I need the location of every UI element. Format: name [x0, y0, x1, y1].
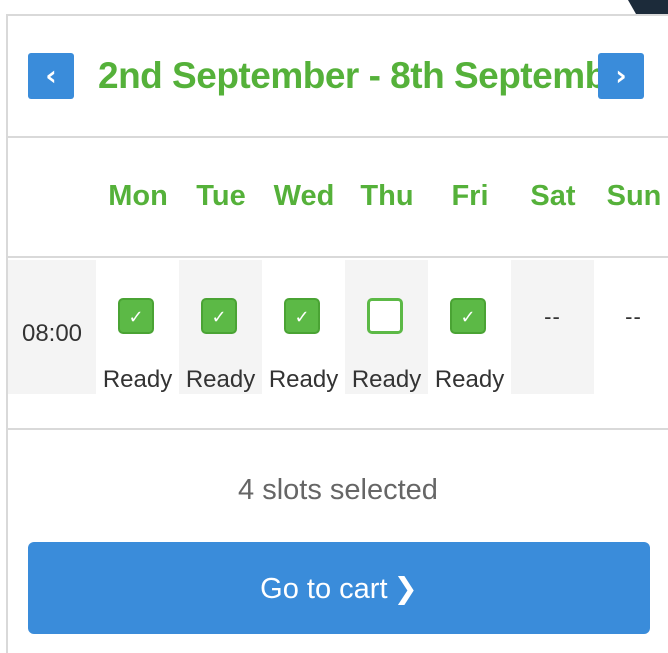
chevron-right-icon: › — [615, 59, 627, 92]
slot-checkbox-thu[interactable] — [367, 298, 403, 334]
slot-cell-sat: -- — [511, 260, 594, 394]
check-icon: ✓ — [211, 307, 227, 327]
slot-unavailable-sun: -- — [625, 304, 642, 329]
check-icon: ✓ — [294, 307, 310, 327]
go-to-cart-button[interactable]: Go to cart ❯ — [28, 542, 650, 634]
time-slot-row: 08:00 ✓ Ready ✓ Ready ✓ Ready Ready ✓ Re… — [8, 258, 668, 430]
day-header-tue: Tue — [196, 180, 246, 212]
slot-status-wed: Ready — [268, 366, 339, 393]
slot-checkbox-tue[interactable]: ✓ — [201, 298, 237, 334]
day-header-mon: Mon — [108, 180, 168, 212]
booking-widget: ‹ 2nd September - 8th September › Mon Tu… — [6, 14, 668, 653]
slot-unavailable-sat: -- — [544, 304, 561, 329]
slot-checkbox-mon[interactable]: ✓ — [118, 298, 154, 334]
day-headers-row: Mon Tue Wed Thu Fri Sat Sun — [8, 138, 668, 258]
day-header-sun: Sun — [606, 180, 662, 212]
time-label: 08:00 — [8, 260, 96, 394]
day-header-thu: Thu — [360, 180, 414, 212]
slot-checkbox-wed[interactable]: ✓ — [284, 298, 320, 334]
week-title: 2nd September - 8th September — [98, 55, 641, 96]
check-icon: ✓ — [460, 307, 476, 327]
chevron-left-icon: ‹ — [45, 59, 57, 92]
slot-cell-tue[interactable]: ✓ Ready — [179, 260, 262, 394]
day-header-fri: Fri — [451, 180, 489, 212]
slot-status-fri: Ready — [434, 366, 505, 393]
previous-week-button[interactable]: ‹ — [28, 53, 74, 99]
slot-status-tue: Ready — [185, 366, 256, 393]
check-icon: ✓ — [128, 307, 144, 327]
slot-cell-fri[interactable]: ✓ Ready — [428, 260, 511, 394]
slot-cell-wed[interactable]: ✓ Ready — [262, 260, 345, 394]
cart-button-label: Go to cart — [260, 573, 388, 605]
next-week-button[interactable]: › — [598, 53, 644, 99]
slot-status-thu: Ready — [351, 366, 422, 393]
week-header: ‹ 2nd September - 8th September › — [8, 16, 668, 138]
slot-cell-thu[interactable]: Ready — [345, 260, 428, 394]
chevron-right-icon: ❯ — [393, 571, 418, 605]
day-header-sat: Sat — [530, 180, 576, 212]
selected-slots-count: 4 slots selected — [238, 474, 438, 506]
day-header-wed: Wed — [273, 180, 335, 212]
slot-cell-mon[interactable]: ✓ Ready — [96, 260, 179, 394]
slot-cell-sun: -- — [592, 260, 668, 394]
slot-status-mon: Ready — [102, 366, 173, 393]
slot-checkbox-fri[interactable]: ✓ — [450, 298, 486, 334]
